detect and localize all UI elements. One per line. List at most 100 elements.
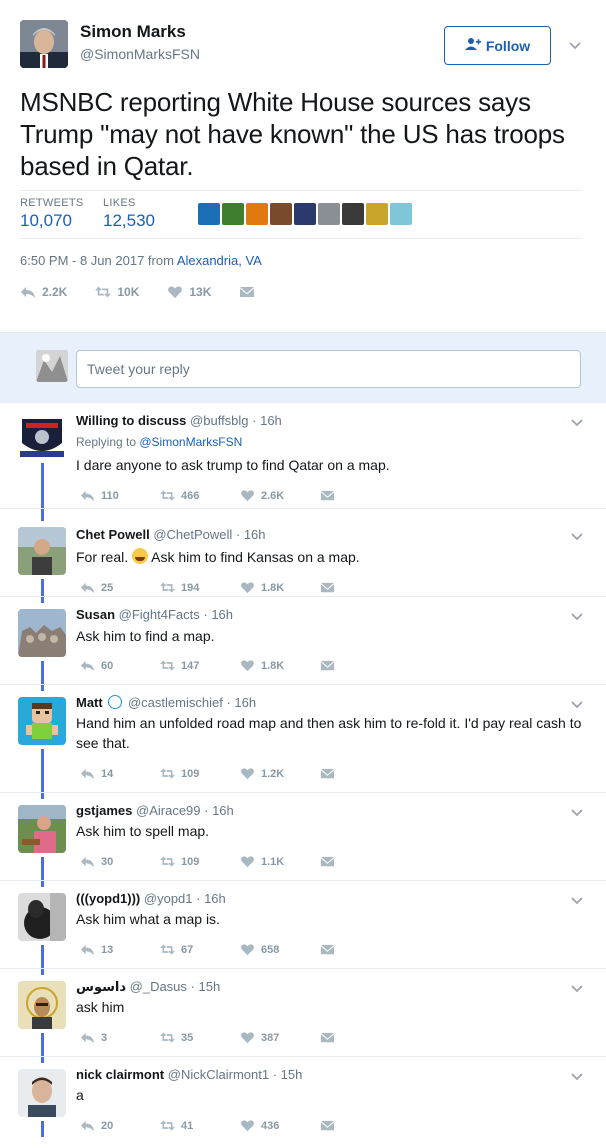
location-link[interactable]: Alexandria, VA [177,253,262,268]
like-button[interactable]: 436 [240,1118,320,1133]
avatar[interactable] [18,609,66,657]
direct-message-button[interactable] [239,284,255,300]
chevron-down-icon[interactable] [570,609,586,625]
reply-author-name[interactable]: Willing to discuss [76,413,186,428]
timestamp-text[interactable]: 6:50 PM - 8 Jun 2017 from [20,253,177,268]
list-item[interactable]: nick clairmont @NickClairmont1 · 15h a 2… [0,1057,606,1137]
retweets-count[interactable]: 10,070 [20,211,72,231]
author-avatar[interactable] [20,20,68,68]
retweet-button[interactable]: 147 [160,658,240,673]
list-item[interactable]: (((yopd1))) @yopd1 · 16h Ask him what a … [0,881,606,969]
liker-avatar[interactable] [318,203,340,225]
follow-button[interactable]: Follow [444,26,551,65]
reply-button[interactable]: 14 [80,766,160,781]
retweet-button[interactable]: 109 [160,766,240,781]
list-item[interactable]: داسوس @_Dasus · 15h ask him 3 35 387 [0,969,606,1057]
reply-time[interactable]: · 16h [203,607,233,622]
direct-message-button[interactable] [320,854,400,869]
chevron-down-icon[interactable] [570,893,586,909]
tweet-reply-input[interactable]: Tweet your reply [76,350,581,388]
avatar[interactable] [18,805,66,853]
like-button[interactable]: 658 [240,942,320,957]
reply-author-handle[interactable]: @NickClairmont1 [168,1067,269,1082]
author-name[interactable]: Simon Marks [80,22,186,42]
likes-count[interactable]: 12,530 [103,211,155,231]
retweet-button[interactable]: 67 [160,942,240,957]
list-item[interactable]: Willing to discuss @buffsblg · 16h Reply… [0,403,606,509]
like-button[interactable]: 1.2K [240,766,320,781]
reply-author-handle[interactable]: @ChetPowell [153,527,232,542]
liker-avatar[interactable] [246,203,268,225]
reply-author-name[interactable]: داسوس [76,979,126,994]
chevron-down-icon[interactable] [568,38,584,54]
chevron-down-icon[interactable] [570,697,586,713]
liker-avatar[interactable] [198,203,220,225]
direct-message-button[interactable] [320,658,400,673]
liker-avatar[interactable] [222,203,244,225]
reply-button[interactable]: 110 [80,488,160,503]
reply-time[interactable]: · 16h [196,891,226,906]
like-button[interactable]: 1.8K [240,580,320,595]
list-item[interactable]: Chet Powell @ChetPowell · 16h For real. … [0,509,606,597]
liker-avatar[interactable] [270,203,292,225]
like-button[interactable]: 1.8K [240,658,320,673]
reply-time[interactable]: · 16h [236,527,266,542]
avatar[interactable] [18,893,66,941]
reply-author-handle[interactable]: @_Dasus [130,979,187,994]
retweet-button[interactable]: 10K [95,284,139,300]
list-item[interactable]: Susan @Fight4Facts · 16h Ask him to find… [0,597,606,685]
reply-author-handle[interactable]: @buffsblg [190,413,249,428]
reply-author-handle[interactable]: @yopd1 [144,891,193,906]
reply-button[interactable]: 25 [80,580,160,595]
chevron-down-icon[interactable] [570,1069,586,1085]
reply-author-name[interactable]: Matt [76,695,103,710]
direct-message-button[interactable] [320,1118,400,1133]
reply-author-name[interactable]: nick clairmont [76,1067,164,1082]
like-button[interactable]: 387 [240,1030,320,1045]
like-button[interactable]: 13K [167,284,211,300]
reply-author-name[interactable]: Chet Powell [76,527,150,542]
chevron-down-icon[interactable] [570,805,586,821]
reply-author-name[interactable]: Susan [76,607,115,622]
direct-message-button[interactable] [320,1030,400,1045]
reply-author-handle[interactable]: @Fight4Facts [119,607,200,622]
direct-message-button[interactable] [320,766,400,781]
reply-author-handle[interactable]: @Airace99 [136,803,201,818]
reply-author-name[interactable]: gstjames [76,803,132,818]
liker-avatar[interactable] [366,203,388,225]
reply-author-handle[interactable]: @castlemischief [128,695,223,710]
avatar[interactable] [18,697,66,745]
reply-button[interactable]: 3 [80,1030,160,1045]
retweet-button[interactable]: 466 [160,488,240,503]
reply-time[interactable]: · 15h [273,1067,303,1082]
liker-avatar[interactable] [294,203,316,225]
reply-time[interactable]: · 16h [204,803,234,818]
reply-button[interactable]: 60 [80,658,160,673]
reply-author-name[interactable]: (((yopd1))) [76,891,140,906]
chevron-down-icon[interactable] [570,981,586,997]
retweet-button[interactable]: 41 [160,1118,240,1133]
reply-button[interactable]: 2.2K [20,284,67,300]
avatar[interactable] [18,527,66,575]
retweet-button[interactable]: 109 [160,854,240,869]
direct-message-button[interactable] [320,942,400,957]
direct-message-button[interactable] [320,488,400,503]
avatar[interactable] [18,981,66,1029]
author-handle[interactable]: @SimonMarksFSN [80,46,200,62]
avatar[interactable] [18,413,66,461]
liker-avatar[interactable] [342,203,364,225]
avatar[interactable] [18,1069,66,1117]
liker-avatar[interactable] [390,203,412,225]
reply-button[interactable]: 13 [80,942,160,957]
replying-to-link[interactable]: @SimonMarksFSN [139,435,242,449]
list-item[interactable]: gstjames @Airace99 · 16h Ask him to spel… [0,793,606,881]
reply-button[interactable]: 20 [80,1118,160,1133]
reply-time[interactable]: · 16h [226,695,256,710]
retweet-button[interactable]: 35 [160,1030,240,1045]
list-item[interactable]: Matt @castlemischief · 16h Hand him an u… [0,685,606,793]
direct-message-button[interactable] [320,580,400,595]
like-button[interactable]: 2.6K [240,488,320,503]
reply-time[interactable]: · 15h [191,979,221,994]
retweet-button[interactable]: 194 [160,580,240,595]
reply-time[interactable]: · 16h [252,413,282,428]
